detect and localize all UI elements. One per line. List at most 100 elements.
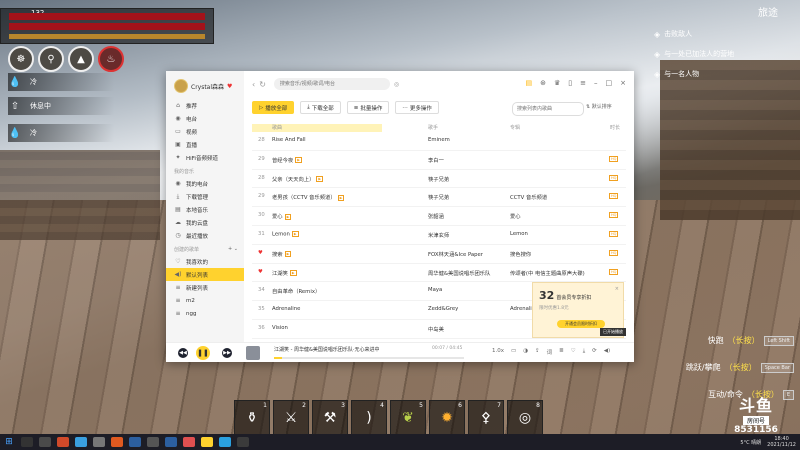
row-artist[interactable]: 张韶涵: [428, 212, 444, 220]
row-artist[interactable]: 米津玄师: [428, 231, 449, 239]
row-title[interactable]: Lemon ▶: [272, 230, 299, 237]
row-title[interactable]: 自由革命（Remix）: [272, 287, 320, 295]
mv-badge-icon[interactable]: ▶: [291, 230, 299, 237]
hotbar-slot[interactable]: 2 ⚔: [273, 400, 309, 436]
list-search-input[interactable]: [512, 102, 584, 116]
next-icon[interactable]: ▶▶: [222, 348, 232, 358]
pause-button[interactable]: ❚❚: [196, 346, 210, 360]
col-song[interactable]: 歌曲: [272, 124, 282, 131]
app-icon[interactable]: [183, 437, 195, 447]
row-artist[interactable]: 筷子兄弟: [428, 193, 449, 201]
progress-bar[interactable]: [274, 357, 464, 359]
row-title[interactable]: 搜索 ▶: [272, 250, 292, 258]
lyrics-icon[interactable]: 词: [547, 348, 553, 356]
add-playlist-icon[interactable]: + ⌄: [228, 246, 238, 252]
table-row[interactable]: 29 曾经今夜 ▶ 李白一 HQ: [252, 151, 626, 170]
play-all-button[interactable]: ▷ 播放全部: [252, 101, 295, 114]
app-icon[interactable]: [237, 437, 249, 447]
playlist-icon[interactable]: ≣: [559, 348, 564, 356]
close-icon[interactable]: ×: [615, 286, 619, 292]
table-row[interactable]: ♥ 搜索 ▶ FOX林天涵&Ice Paper 搜色搜你 HQ: [252, 245, 626, 264]
app-icon[interactable]: [57, 437, 69, 447]
heart-icon[interactable]: ♡: [571, 348, 576, 356]
maximize-icon[interactable]: □: [606, 79, 613, 87]
row-title[interactable]: Rise And Fall: [272, 137, 306, 143]
row-title[interactable]: 父亲（天天向上） ▶: [272, 175, 324, 183]
more-button[interactable]: ⋯ 更多操作: [395, 101, 439, 114]
steam-icon[interactable]: [129, 437, 141, 447]
table-row[interactable]: 28 Rise And Fall Eminem: [252, 132, 626, 151]
sidebar-item-hifi[interactable]: ✦ HiFi音频频道: [166, 151, 244, 164]
game-icon[interactable]: ⊛: [540, 79, 546, 87]
table-row[interactable]: 30 爱心 ▶ 张韶涵 爱心 HQ: [252, 207, 626, 226]
row-artist[interactable]: 李白一: [428, 156, 444, 164]
bookmark-icon[interactable]: ▯: [568, 79, 572, 87]
task-view-icon[interactable]: [39, 437, 51, 447]
hotbar-slot[interactable]: 6 ✹: [429, 400, 465, 436]
col-album[interactable]: 专辑: [510, 124, 520, 131]
hotbar-slot[interactable]: 7 ⚴: [468, 400, 504, 436]
sidebar-item-cloud[interactable]: ☁ 我的云盘: [166, 216, 244, 229]
sidebar-item-local[interactable]: ▤ 本地音乐: [166, 203, 244, 216]
search-icon[interactable]: [21, 437, 33, 447]
share-icon[interactable]: ⇪: [535, 348, 540, 356]
app-icon[interactable]: [147, 437, 159, 447]
col-artist[interactable]: 歌手: [428, 124, 438, 131]
row-artist[interactable]: 周华健&美国说唱乐团乐队: [428, 269, 490, 277]
promo-button[interactable]: 开通会员限时折扣: [557, 320, 605, 328]
row-artist[interactable]: Eminem: [428, 137, 450, 143]
download-icon[interactable]: ⤓: [583, 348, 585, 356]
mv-badge-icon[interactable]: ▶: [337, 194, 345, 201]
skin-icon[interactable]: ♛: [554, 79, 560, 87]
row-title[interactable]: 曾经今夜 ▶: [272, 156, 302, 164]
mv-badge-icon[interactable]: ▶: [284, 251, 292, 258]
music-app-icon[interactable]: [201, 437, 213, 447]
album-cover[interactable]: [246, 346, 260, 360]
clock[interactable]: 18:40 2021/11/12: [767, 436, 796, 448]
speed-label[interactable]: 1.0x: [492, 348, 504, 356]
app-icon[interactable]: [111, 437, 123, 447]
loop-icon[interactable]: ⟳: [592, 348, 597, 356]
effect-icon[interactable]: ◑: [523, 348, 528, 356]
mv-badge-icon[interactable]: ▶: [289, 270, 297, 277]
sidebar-item-ngg[interactable]: ≡ ngg: [166, 307, 244, 320]
refresh-icon[interactable]: ↻: [259, 80, 266, 89]
prev-icon[interactable]: ◀◀: [178, 348, 188, 358]
sidebar-item-default-list[interactable]: ◀) 默认列表: [166, 268, 244, 281]
sidebar-item-liked[interactable]: ♡ 我喜欢的: [166, 255, 244, 268]
mv-badge-icon[interactable]: ▶: [316, 176, 324, 183]
mv-badge-icon[interactable]: ▶: [295, 157, 302, 164]
sidebar-item-video[interactable]: ▭ 视频: [166, 125, 244, 138]
sidebar-item-m2[interactable]: ≡ m2: [166, 294, 244, 307]
row-album[interactable]: 爱心: [510, 212, 521, 220]
mv-badge-icon[interactable]: ▶: [284, 213, 292, 220]
table-row[interactable]: 28 父亲（天天向上） ▶ 筷子兄弟 HQ: [252, 170, 626, 189]
search-input[interactable]: [273, 78, 390, 90]
batch-button[interactable]: ≡ 批量操作: [346, 101, 390, 114]
vip-icon[interactable]: ▤: [525, 79, 532, 87]
row-artist[interactable]: FOX林天涵&Ice Paper: [428, 250, 483, 258]
minimize-icon[interactable]: –: [594, 79, 598, 87]
table-row[interactable]: 29 老男孩（CCTV 音乐频道） ▶ 筷子兄弟 CCTV 音乐频道 HQ: [252, 188, 626, 208]
table-row[interactable]: ♥ 江湖笑 ▶ 周华健&美国说唱乐团乐队 传颂者(中 电信主题曲原声大碟) HQ: [252, 264, 626, 283]
sidebar-item-recent[interactable]: ◷ 最近播放: [166, 229, 244, 242]
volume-icon[interactable]: ◀): [604, 348, 610, 356]
table-row[interactable]: 31 Lemon ▶ 米津玄师 Lemon HQ: [252, 226, 626, 245]
sidebar-item-my-radio[interactable]: ◉ 我的电台: [166, 177, 244, 190]
hotbar-slot[interactable]: 8 ◎: [507, 400, 543, 436]
back-arrow-icon[interactable]: ‹: [252, 80, 255, 89]
sort-dropdown[interactable]: ⇅ 默认排序: [586, 103, 612, 110]
mic-icon[interactable]: ◎: [394, 81, 399, 88]
browser-icon[interactable]: [75, 437, 87, 447]
row-album[interactable]: CCTV 音乐频道: [510, 193, 547, 201]
row-album[interactable]: 搜色搜你: [510, 250, 531, 258]
close-icon[interactable]: ×: [620, 79, 626, 87]
col-duration[interactable]: 时长: [610, 124, 620, 131]
mv-icon[interactable]: ▭: [511, 348, 516, 356]
steam-icon[interactable]: [165, 437, 177, 447]
row-album[interactable]: Lemon: [510, 231, 528, 237]
menu-icon[interactable]: ≡: [580, 79, 586, 87]
sidebar-item-radio[interactable]: ◉ 电台: [166, 112, 244, 125]
row-title[interactable]: 爱心 ▶: [272, 212, 292, 220]
sidebar-item-recommend[interactable]: ⌂ 推荐: [166, 99, 244, 112]
